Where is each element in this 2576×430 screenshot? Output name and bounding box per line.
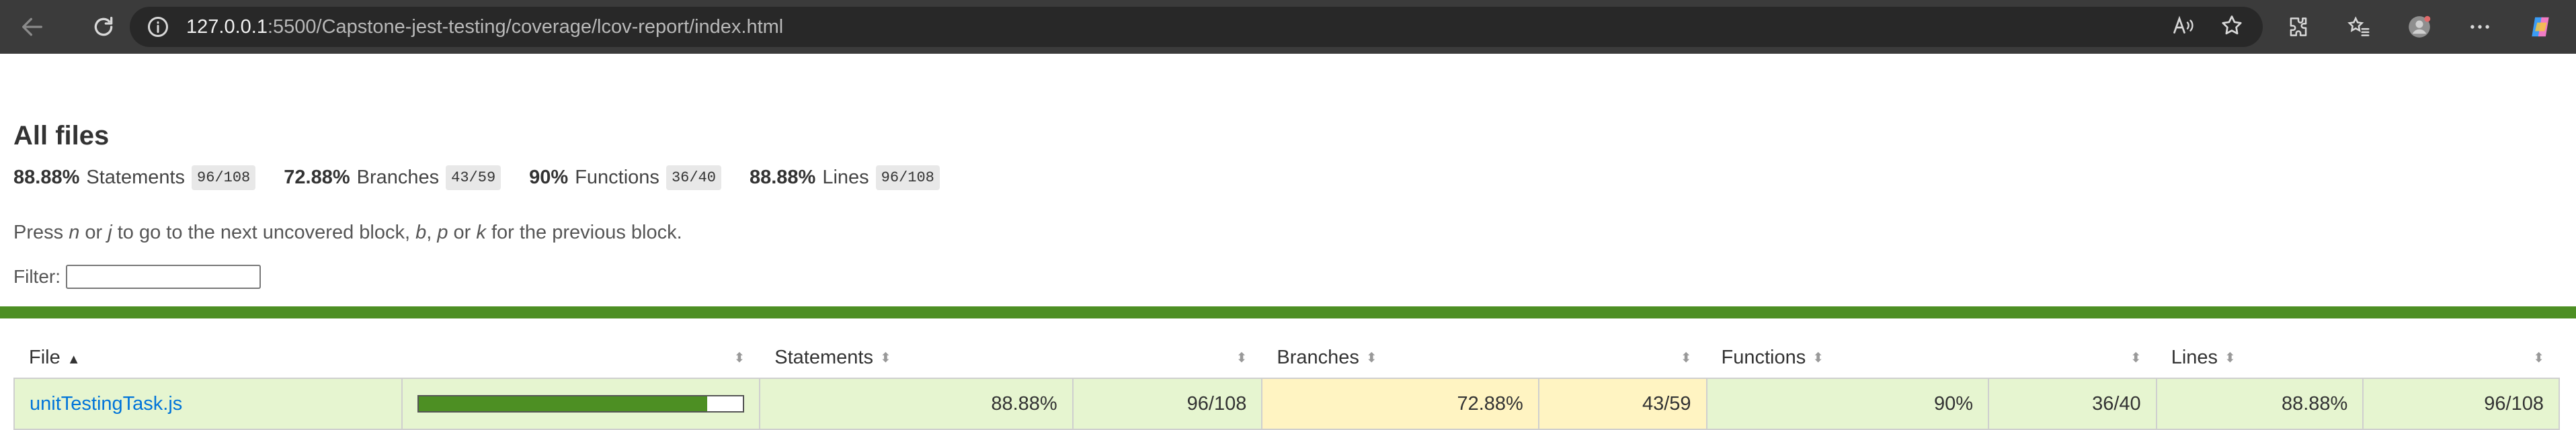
col-header-file[interactable]: File ▲ xyxy=(14,337,402,378)
more-options-button[interactable] xyxy=(2463,10,2497,44)
puzzle-icon xyxy=(2290,17,2307,36)
address-bar[interactable]: 127.0.0.1:5500/Capstone-jest-testing/cov… xyxy=(130,7,2263,47)
metric-pct: 88.88% xyxy=(13,167,80,188)
sort-icon: ⬍ xyxy=(2130,351,2142,366)
statements-pct-cell: 88.88% xyxy=(759,378,1074,430)
file-cell: unitTestingTask.js xyxy=(13,378,403,430)
coverage-status-bar xyxy=(0,306,2576,318)
summary-metrics: 88.88% Statements 96/108 72.88% Branches… xyxy=(13,165,968,190)
lines-pct-cell: 88.88% xyxy=(2155,378,2364,430)
hint-key: n xyxy=(69,222,80,243)
header-label: Branches xyxy=(1277,346,1359,368)
favorites-button[interactable] xyxy=(2342,10,2376,44)
col-header-lines[interactable]: Lines ⬍ xyxy=(2157,337,2364,378)
metric-pct: 90% xyxy=(529,167,569,188)
col-header-statements-raw[interactable]: ⬍ xyxy=(1073,337,1262,378)
header-label: File xyxy=(29,346,61,368)
table-header-row: File ▲ ⬍ Statements ⬍ ⬍ Branches ⬍ ⬍ Functi… xyxy=(14,337,2559,378)
coverage-bar-cell xyxy=(401,378,761,430)
url-host: 127.0.0.1 xyxy=(186,15,268,38)
lines-fraction-cell: 96/108 xyxy=(2362,378,2560,430)
sort-icon: ⬍ xyxy=(879,351,891,366)
filter-input[interactable] xyxy=(66,265,261,289)
arrow-left-icon xyxy=(22,17,42,36)
hint-text: , xyxy=(426,222,438,243)
table-row: unitTestingTask.js 88.88% 96/108 72.88% … xyxy=(13,378,2560,430)
functions-pct-cell: 90% xyxy=(1705,378,1990,430)
metric-statements: 88.88% Statements 96/108 xyxy=(13,165,256,190)
hint-text: for the previous block. xyxy=(485,222,682,243)
metric-label: Branches xyxy=(356,167,440,188)
info-icon[interactable] xyxy=(146,15,170,39)
metric-label: Functions xyxy=(575,167,659,188)
filter-label: Filter: xyxy=(13,266,61,287)
hint-key: b xyxy=(415,222,427,243)
col-header-file-bar[interactable]: ⬍ xyxy=(402,337,760,378)
extensions-button[interactable] xyxy=(2282,10,2315,44)
sort-ascending-icon: ▲ xyxy=(67,351,81,367)
metric-pct: 72.88% xyxy=(284,167,350,188)
statements-fraction-cell: 96/108 xyxy=(1072,378,1263,430)
hint-text: to go to the next uncovered block, xyxy=(112,222,416,243)
filter-row: Filter: xyxy=(13,265,261,289)
sort-icon: ⬍ xyxy=(1236,351,1248,366)
hint-key: p xyxy=(437,222,448,243)
sort-icon: ⬍ xyxy=(733,351,746,366)
header-label: Functions xyxy=(1721,346,1806,368)
col-header-functions[interactable]: Functions ⬍ xyxy=(1707,337,1988,378)
back-button[interactable] xyxy=(12,7,52,47)
sort-icon: ⬍ xyxy=(1812,351,1824,366)
hint-text: or xyxy=(448,222,477,243)
coverage-table: File ▲ ⬍ Statements ⬍ ⬍ Branches ⬍ ⬍ Functi… xyxy=(13,337,2560,430)
avatar xyxy=(2409,15,2431,38)
metric-label: Lines xyxy=(822,167,869,188)
metric-functions: 90% Functions 36/40 xyxy=(529,165,721,190)
header-label: Lines xyxy=(2171,346,2218,368)
more-dots-icon xyxy=(2470,25,2489,29)
metric-pct: 88.88% xyxy=(749,167,816,188)
col-header-branches-raw[interactable]: ⬍ xyxy=(1539,337,1707,378)
col-header-functions-raw[interactable]: ⬍ xyxy=(1988,337,2157,378)
metric-fraction: 96/108 xyxy=(192,165,256,190)
keyboard-hint: Press n or j to go to the next uncovered… xyxy=(13,222,682,244)
hint-text: Press xyxy=(13,222,69,243)
metric-fraction: 36/40 xyxy=(666,165,721,190)
browser-toolbar: 127.0.0.1:5500/Capstone-jest-testing/cov… xyxy=(0,0,2576,54)
metric-label: Statements xyxy=(86,167,186,188)
star-icon xyxy=(2222,15,2242,34)
url-path: :5500/Capstone-jest-testing/coverage/lco… xyxy=(267,15,784,38)
read-aloud-icon xyxy=(2173,15,2193,34)
coverage-bar-fill xyxy=(419,396,707,411)
header-label: Statements xyxy=(774,346,873,368)
sort-icon: ⬍ xyxy=(2224,351,2236,366)
favorite-button[interactable] xyxy=(2220,13,2244,41)
page-title: All files xyxy=(13,121,110,150)
col-header-branches[interactable]: Branches ⬍ xyxy=(1262,337,1538,378)
sort-icon: ⬍ xyxy=(1680,351,1692,366)
copilot-button[interactable] xyxy=(2524,10,2557,44)
branches-pct-cell: 72.88% xyxy=(1261,378,1539,430)
col-header-lines-raw[interactable]: ⬍ xyxy=(2363,337,2559,378)
metric-lines: 88.88% Lines 96/108 xyxy=(750,165,940,190)
profile-button[interactable] xyxy=(2403,10,2436,44)
copilot-icon xyxy=(2532,17,2549,37)
file-link[interactable]: unitTestingTask.js xyxy=(30,393,182,415)
read-aloud-button[interactable] xyxy=(2171,13,2196,41)
favorites-star-list-icon xyxy=(2347,16,2370,36)
url-text[interactable]: 127.0.0.1:5500/Capstone-jest-testing/cov… xyxy=(186,16,783,38)
sort-icon: ⬍ xyxy=(1365,351,1377,366)
hint-key: k xyxy=(476,222,486,243)
metric-fraction: 43/59 xyxy=(446,165,501,190)
refresh-button[interactable] xyxy=(83,7,124,47)
refresh-icon xyxy=(94,17,113,36)
metric-branches: 72.88% Branches 43/59 xyxy=(284,165,501,190)
branches-fraction-cell: 43/59 xyxy=(1537,378,1707,430)
col-header-statements[interactable]: Statements ⬍ xyxy=(760,337,1072,378)
hint-text: or xyxy=(79,222,108,243)
metric-fraction: 96/108 xyxy=(875,165,940,190)
sort-icon: ⬍ xyxy=(2533,351,2544,366)
functions-fraction-cell: 36/40 xyxy=(1988,378,2157,430)
